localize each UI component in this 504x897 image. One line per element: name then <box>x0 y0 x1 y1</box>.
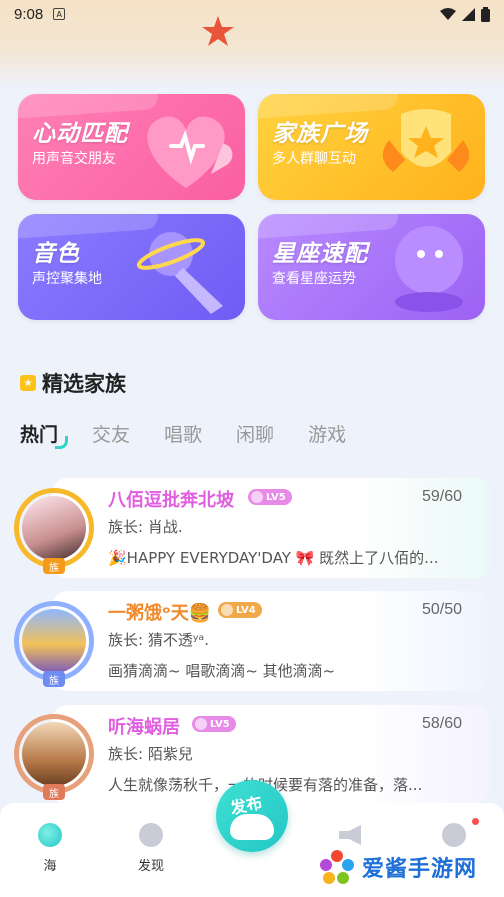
family-avatar[interactable]: 族 <box>14 601 94 687</box>
card-subtitle: 查看星座运势 <box>272 271 356 287</box>
card-title: 星座速配 <box>272 241 368 267</box>
watermark-text: 爱酱手游网 <box>362 857 478 882</box>
status-bar: 9:08 A <box>0 0 504 28</box>
battery-icon <box>481 6 490 22</box>
section-header: ★ 精选家族 <box>20 368 126 398</box>
level-badge: LV5 <box>248 489 292 505</box>
family-badge: 族 <box>43 671 65 687</box>
signal-icon <box>462 7 475 21</box>
family-avatar[interactable]: 族 <box>14 714 94 800</box>
tab-friends[interactable]: 交友 <box>92 420 130 447</box>
section-title: 精选家族 <box>42 372 126 396</box>
sea-icon <box>38 823 62 847</box>
card-heart-match[interactable]: 心动匹配 用声音交朋友 <box>18 94 245 200</box>
star-shield-icon <box>382 109 470 172</box>
watermark: 爱酱手游网 <box>318 848 477 886</box>
family-leader: 族长: 猜不透ʸᵃ. <box>108 631 210 649</box>
level-badge: LV4 <box>218 602 262 618</box>
card-subtitle: 声控聚集地 <box>32 271 102 287</box>
watermark-logo-icon <box>320 850 354 884</box>
card-title: 音色 <box>32 241 80 267</box>
tab-hot[interactable]: 热门 <box>20 420 69 449</box>
featured-icon: ★ <box>20 375 36 391</box>
nav-label: 海 <box>43 859 57 874</box>
member-count: 59/60 <box>421 488 462 505</box>
family-badge: 族 <box>43 558 65 574</box>
family-badge: 族 <box>43 784 65 800</box>
card-family-plaza[interactable]: 家族广场 多人群聊互动 <box>258 94 485 200</box>
crystal-ball-icon <box>395 226 463 312</box>
family-description: 🎉HAPPY EVERYDAY'DAY 🎀 既然上了八佰的... <box>108 549 439 567</box>
level-badge: LV5 <box>192 716 236 732</box>
family-card[interactable]: 八佰逗批奔北坡 LV5 59/60 族长: 肖战. 🎉HAPPY EVERYDA… <box>52 478 490 578</box>
family-leader: 族长: 陌紫兒 <box>108 745 193 763</box>
family-name: 八佰逗批奔北坡 <box>108 490 234 511</box>
status-time: 9:08 <box>14 5 44 23</box>
family-name: 听海蜗居 <box>108 717 180 738</box>
publish-face-icon <box>230 814 274 840</box>
tab-chat[interactable]: 闲聊 <box>236 420 274 447</box>
tab-singing[interactable]: 唱歌 <box>164 420 202 447</box>
heart-icon <box>147 116 233 188</box>
family-description: 画猜滴滴~ 唱歌滴滴~ 其他滴滴~ <box>108 662 336 680</box>
card-subtitle: 多人群聊互动 <box>272 151 356 167</box>
nav-profile[interactable] <box>424 823 484 847</box>
card-subtitle: 用声音交朋友 <box>32 151 116 167</box>
nav-messages[interactable] <box>322 823 382 851</box>
family-card[interactable]: 一粥饿ᵒ天🍔 LV4 50/50 族长: 猜不透ʸᵃ. 画猜滴滴~ 唱歌滴滴~ … <box>52 591 490 691</box>
megaphone-icon <box>339 825 361 845</box>
compass-icon <box>139 823 163 847</box>
chat-face-icon <box>442 823 466 847</box>
family-description: 人生就像荡秋千，一的时候要有落的准备，落... <box>108 774 476 795</box>
family-name: 一粥饿ᵒ天🍔 <box>108 603 212 624</box>
nav-discover[interactable]: 发现 <box>121 823 181 874</box>
notification-a-icon: A <box>53 8 66 20</box>
tab-games[interactable]: 游戏 <box>308 420 346 447</box>
family-leader: 族长: 肖战. <box>108 518 183 536</box>
member-count: 58/60 <box>421 715 462 732</box>
microphone-icon <box>136 232 223 314</box>
member-count: 50/50 <box>421 601 462 618</box>
notification-dot <box>472 818 479 825</box>
nav-label: 发现 <box>137 859 164 874</box>
family-avatar[interactable]: 族 <box>14 488 94 574</box>
wifi-icon <box>440 7 456 20</box>
family-tabs: 热门 交友 唱歌 闲聊 游戏 <box>20 420 380 449</box>
card-zodiac-match[interactable]: 星座速配 查看星座运势 <box>258 214 485 320</box>
card-title: 家族广场 <box>272 121 368 147</box>
card-title: 心动匹配 <box>32 121 128 147</box>
publish-button[interactable]: 发布 <box>216 780 288 852</box>
nav-sea[interactable]: 海 <box>20 823 80 874</box>
card-voice[interactable]: 音色 声控聚集地 <box>18 214 245 320</box>
